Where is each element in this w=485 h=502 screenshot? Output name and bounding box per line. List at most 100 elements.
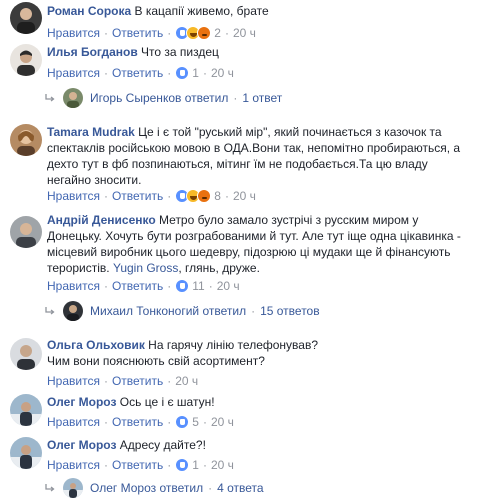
timestamp[interactable]: 20 ч: [217, 279, 240, 293]
avatar[interactable]: [10, 394, 42, 426]
comment-body: Ольга Ольховик На гарячу лінію телефонув…: [47, 337, 337, 369]
separator: ·: [103, 374, 108, 388]
separator: ·: [167, 374, 172, 388]
reactions[interactable]: 5: [175, 415, 199, 429]
reply-link[interactable]: Ответить: [112, 458, 163, 472]
reply-link[interactable]: Ответить: [112, 26, 163, 40]
like-link[interactable]: Нравится: [47, 279, 100, 293]
reactions[interactable]: 11: [175, 279, 205, 293]
reactions[interactable]: 1: [175, 458, 199, 472]
like-link[interactable]: Нравится: [47, 374, 100, 388]
reply-action: ответил: [159, 481, 204, 495]
like-link[interactable]: Нравится: [47, 26, 100, 40]
separator: ·: [167, 189, 172, 203]
avatar[interactable]: [10, 124, 42, 156]
comment-text: В кацапії живемо, брате: [134, 4, 269, 18]
comment-body: Роман Сорока В кацапії живемо, брате: [47, 3, 473, 19]
timestamp[interactable]: 20 ч: [211, 415, 234, 429]
author-name[interactable]: Ольга Ольховик: [47, 338, 145, 352]
comment-actions: Нравится · Ответить · 1 · 20 ч: [47, 457, 234, 473]
comment-actions: Нравится · Ответить · 20 ч: [47, 373, 198, 389]
author-name[interactable]: Андрій Денисенко: [47, 213, 156, 227]
comment-text: Ось це і є шатун!: [119, 395, 215, 409]
separator: ·: [167, 279, 172, 293]
replies-summary[interactable]: Игорь Сыренков ответил · 1 ответ: [45, 87, 282, 109]
like-reaction-icon: [175, 415, 190, 429]
reply-author-name[interactable]: Михаил Тонконогий: [90, 304, 199, 318]
like-link[interactable]: Нравится: [47, 66, 100, 80]
mention-link[interactable]: Yugin Gross: [113, 261, 178, 275]
comment-actions: Нравится · Ответить · 5 · 20 ч: [47, 414, 234, 430]
reply-count[interactable]: 1 ответ: [242, 91, 282, 105]
separator: ·: [233, 91, 238, 105]
reply-author-name[interactable]: Игорь Сыренков: [90, 91, 181, 105]
separator: ·: [103, 415, 108, 429]
separator: ·: [202, 415, 207, 429]
reply-link[interactable]: Ответить: [112, 189, 163, 203]
replies-summary[interactable]: Михаил Тонконогий ответил · 15 ответов: [45, 300, 320, 322]
comment-text: Что за пиздец: [141, 45, 219, 59]
separator: ·: [103, 279, 108, 293]
reply-count[interactable]: 4 ответа: [217, 481, 263, 495]
timestamp[interactable]: 20 ч: [211, 66, 234, 80]
avatar[interactable]: [10, 437, 42, 469]
author-name[interactable]: Олег Мороз: [47, 395, 116, 409]
reaction-count: 5: [192, 415, 199, 429]
reply-action: ответил: [202, 304, 247, 318]
reactions[interactable]: 8: [175, 189, 221, 203]
like-link[interactable]: Нравится: [47, 189, 100, 203]
reply-link[interactable]: Ответить: [112, 374, 163, 388]
separator: ·: [208, 279, 213, 293]
separator: ·: [167, 415, 172, 429]
comment-text: Адресу дайте?!: [119, 438, 206, 452]
separator: ·: [167, 66, 172, 80]
comment-body: Илья Богданов Что за пиздец: [47, 44, 473, 60]
avatar[interactable]: [10, 338, 42, 370]
reply-action: ответил: [184, 91, 229, 105]
like-reaction-icon: [175, 458, 190, 472]
reactions[interactable]: 1: [175, 66, 199, 80]
author-name[interactable]: Роман Сорока: [47, 4, 131, 18]
author-name[interactable]: Олег Мороз: [47, 438, 116, 452]
separator: ·: [202, 66, 207, 80]
reaction-count: 1: [192, 66, 199, 80]
reply-author-name[interactable]: Олег Мороз: [90, 481, 156, 495]
separator: ·: [167, 26, 172, 40]
comment-actions: Нравится · Ответить · 2 · 20 ч: [47, 25, 256, 41]
author-name[interactable]: Tamara Mudrak: [47, 125, 135, 139]
separator: ·: [103, 189, 108, 203]
avatar[interactable]: [10, 216, 42, 248]
reaction-count: 1: [192, 458, 199, 472]
separator: ·: [103, 66, 108, 80]
reactions[interactable]: 2: [175, 26, 221, 40]
like-reaction-icon: [175, 279, 190, 293]
comment-body: Олег Мороз Адресу дайте?!: [47, 437, 473, 453]
timestamp[interactable]: 20 ч: [233, 189, 256, 203]
timestamp[interactable]: 20 ч: [233, 26, 256, 40]
separator: ·: [103, 26, 108, 40]
comment-body: Андрій Денисенко Метро було замало зустр…: [47, 212, 467, 276]
reaction-count: 8: [214, 189, 221, 203]
avatar[interactable]: [10, 44, 42, 76]
comment-actions: Нравится · Ответить · 8 · 20 ч: [47, 188, 256, 204]
like-link[interactable]: Нравится: [47, 458, 100, 472]
separator: ·: [224, 189, 229, 203]
reply-link[interactable]: Ответить: [112, 279, 163, 293]
timestamp[interactable]: 20 ч: [211, 458, 234, 472]
avatar: [63, 88, 83, 108]
reply-link[interactable]: Ответить: [112, 66, 163, 80]
like-link[interactable]: Нравится: [47, 415, 100, 429]
reply-arrow-icon: [45, 94, 55, 102]
comment-text: , глянь, друже.: [178, 261, 260, 275]
comment-body: Tamara Mudrak Це і є той "руський мір", …: [47, 124, 467, 188]
timestamp[interactable]: 20 ч: [175, 374, 198, 388]
comment-body: Олег Мороз Ось це і є шатун!: [47, 394, 473, 410]
comment-actions: Нравится · Ответить · 11 · 20 ч: [47, 278, 240, 294]
author-name[interactable]: Илья Богданов: [47, 45, 138, 59]
reply-count[interactable]: 15 ответов: [260, 304, 320, 318]
avatar[interactable]: [10, 2, 42, 34]
angry-reaction-icon: [197, 26, 212, 40]
reply-link[interactable]: Ответить: [112, 415, 163, 429]
replies-summary[interactable]: Олег Мороз ответил · 4 ответа: [45, 477, 264, 499]
separator: ·: [103, 458, 108, 472]
